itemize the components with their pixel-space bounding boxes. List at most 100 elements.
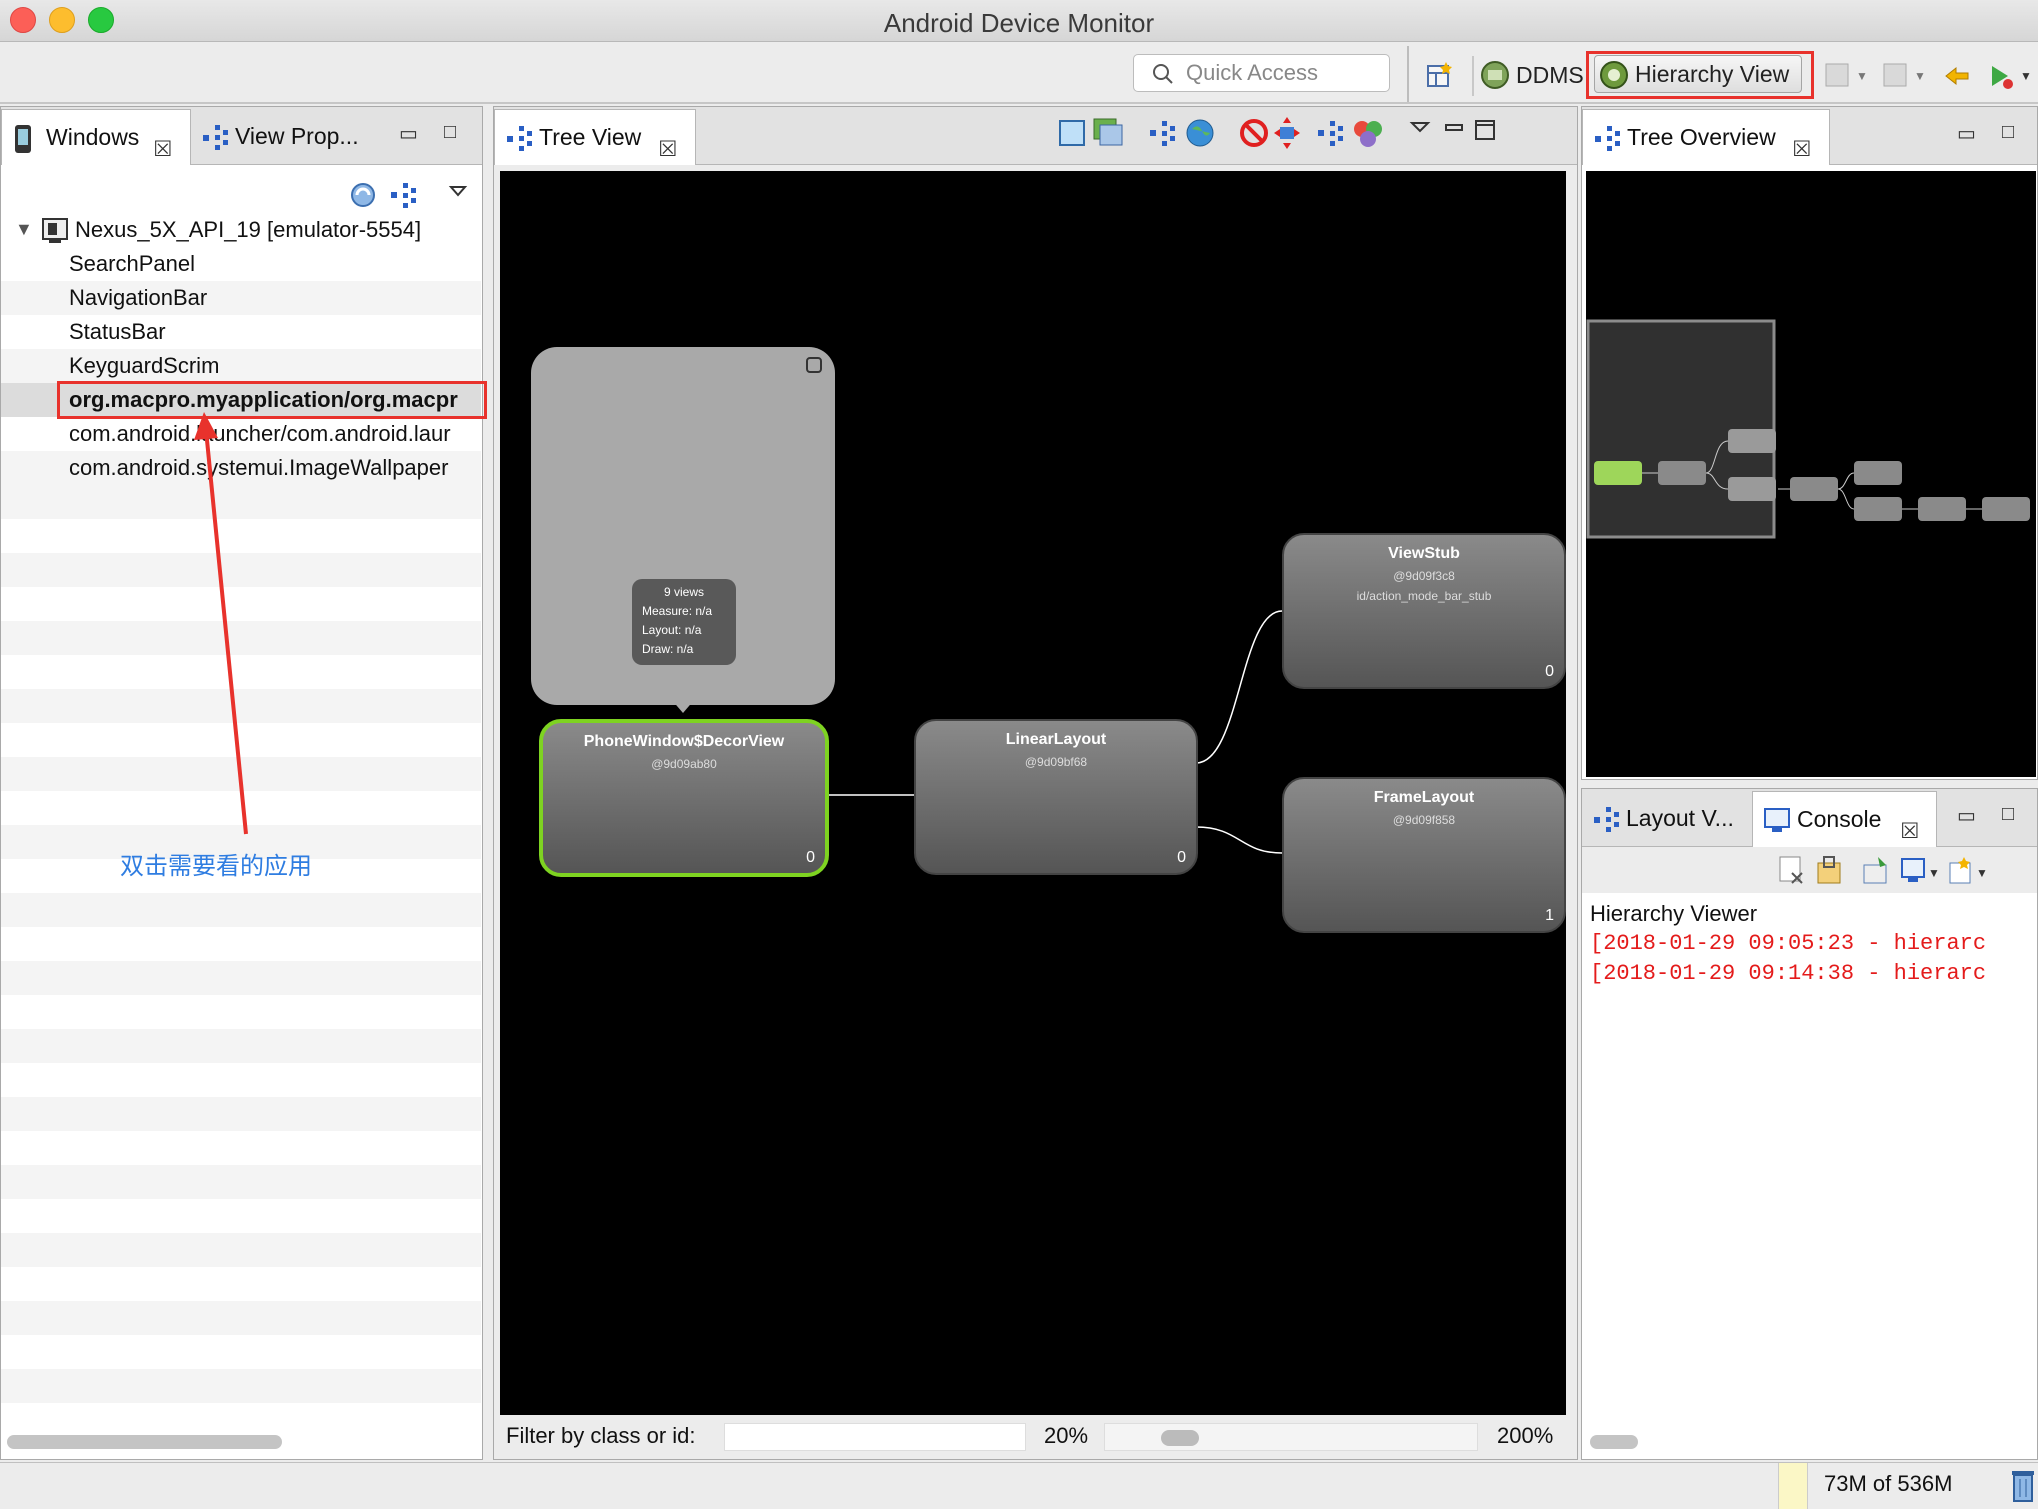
node-child-count: 0 <box>1177 849 1186 866</box>
svg-text:▼: ▼ <box>1856 69 1868 83</box>
maximize-icon[interactable]: □ <box>2002 121 2014 144</box>
tree-node-viewstub[interactable]: ViewStub @9d09f3c8 id/action_mode_bar_st… <box>1282 533 1566 689</box>
collapse-preview-icon[interactable] <box>806 357 822 373</box>
minimize-icon[interactable]: ▭ <box>1957 121 1976 146</box>
capture-layers-icon[interactable] <box>1093 118 1123 146</box>
tree-view-tabbar: Tree View ⮽ <box>494 107 1577 165</box>
maximize-icon[interactable]: □ <box>2002 803 2014 826</box>
perspective-hierarchy-view-label: Hierarchy View <box>1635 61 1790 87</box>
tab-windows[interactable]: Windows ⮽ <box>1 109 191 165</box>
profile-nodes-icon[interactable] <box>1354 121 1382 147</box>
tab-console[interactable]: Console ⮽ <box>1752 791 1937 847</box>
horizontal-scrollbar[interactable] <box>7 1435 282 1449</box>
toolbar-actions: ▼ ▼ ▼ <box>1825 63 2032 89</box>
device-row[interactable]: ▼ Nexus_5X_API_19 [emulator-5554] <box>1 213 481 247</box>
selected-app-highlight <box>57 381 487 419</box>
request-layout-icon[interactable] <box>1318 121 1343 146</box>
expand-triangle-icon[interactable]: ▼ <box>15 219 33 240</box>
clear-console-icon[interactable] <box>1779 856 1803 884</box>
open-perspective-icon[interactable] <box>1426 60 1454 88</box>
tab-console-label: Console <box>1797 806 1882 832</box>
tree-view-panel: Tree View ⮽ 9 views Measure: n/a Layout:… <box>493 106 1578 1460</box>
run-icon[interactable]: ▼ <box>1992 66 2032 89</box>
tab-windows-label: Windows <box>46 124 140 150</box>
console-icon <box>1764 808 1790 832</box>
open-console-icon[interactable]: ▼ <box>1949 857 1988 884</box>
globe-icon[interactable] <box>1186 119 1214 147</box>
device-icon <box>15 125 31 153</box>
tab-layout-view[interactable]: Layout V... <box>1582 791 1752 847</box>
tooltip-views: 9 views <box>663 585 704 599</box>
tree-view-canvas[interactable]: 9 views Measure: n/a Layout: n/a Draw: n… <box>500 171 1566 1415</box>
filter-label: Filter by class or id: <box>506 1423 696 1448</box>
node-name: ViewStub <box>1388 545 1460 562</box>
node-name: PhoneWindow$DecorView <box>583 733 785 750</box>
node-id: @9d09ab80 <box>651 757 717 771</box>
tab-tree-view-label: Tree View <box>539 124 642 150</box>
minimize-icon[interactable]: ▭ <box>1957 803 1976 828</box>
zoom-slider-thumb[interactable] <box>1161 1430 1199 1446</box>
close-icon[interactable]: ⮽ <box>154 122 172 176</box>
back-arrow-icon[interactable] <box>1945 66 1969 86</box>
trash-icon[interactable] <box>2010 1467 2036 1503</box>
svg-text:▼: ▼ <box>1914 69 1926 83</box>
tree-view-toolbar <box>1059 117 1495 149</box>
view-menu-icon[interactable] <box>1409 122 1431 133</box>
filter-input[interactable] <box>724 1423 1026 1451</box>
view-menu-icon[interactable] <box>448 186 468 197</box>
tree-node-decorview[interactable]: PhoneWindow$DecorView @9d09ab80 0 <box>539 719 829 877</box>
invalidate-layout-icon[interactable] <box>1274 117 1300 149</box>
scroll-lock-icon[interactable] <box>1817 856 1841 884</box>
stop-icon[interactable] <box>1240 119 1268 147</box>
minimize-icon[interactable]: ▭ <box>399 121 418 146</box>
svg-text:▼: ▼ <box>1976 866 1988 880</box>
title-bar: Android Device Monitor <box>0 0 2038 42</box>
quick-access-field[interactable]: Quick Access <box>1133 54 1390 92</box>
save-png-icon[interactable] <box>1059 120 1085 146</box>
display-console-icon[interactable]: ▼ <box>1901 858 1940 882</box>
window-title: Android Device Monitor <box>883 8 1155 38</box>
zoom-slider[interactable] <box>1104 1423 1478 1451</box>
tab-view-properties[interactable]: View Prop... <box>191 109 376 165</box>
load-hierarchy-icon[interactable] <box>391 183 416 208</box>
annotation-text: 双击需要看的应用 <box>120 853 312 880</box>
node-stats-tooltip: 9 views Measure: n/a Layout: n/a Draw: n… <box>632 579 736 665</box>
close-icon[interactable]: ⮽ <box>659 122 677 176</box>
tab-view-properties-label: View Prop... <box>235 123 359 149</box>
hierarchy-tree-icon <box>1595 126 1620 151</box>
toolbar-separator <box>1472 56 1474 96</box>
hierarchy-view-icon <box>1600 61 1628 89</box>
window-item[interactable]: StatusBar <box>1 315 481 349</box>
maximize-icon[interactable] <box>1475 120 1495 140</box>
tree-node-framelayout[interactable]: FrameLayout @9d09f858 1 <box>1282 777 1566 933</box>
window-item[interactable]: SearchPanel <box>1 247 481 281</box>
close-icon[interactable]: ⮽ <box>1793 122 1811 176</box>
console-line: [2018-01-29 09:14:38 - hierarc <box>1590 961 1987 986</box>
node-id: @9d09f858 <box>1392 813 1456 827</box>
overview-minimap <box>1586 319 2030 539</box>
load-view-hierarchy-icon[interactable] <box>1150 121 1175 146</box>
horizontal-scrollbar[interactable] <box>1590 1435 1638 1449</box>
save-icon[interactable]: ▼ <box>1883 63 1926 87</box>
load-icon[interactable]: ▼ <box>1825 63 1868 87</box>
maximize-icon[interactable]: □ <box>444 121 456 144</box>
pin-console-icon[interactable] <box>1863 857 1887 884</box>
emulator-device-icon <box>42 218 68 243</box>
minimize-icon[interactable] <box>1445 124 1463 131</box>
window-item[interactable]: NavigationBar <box>1 281 481 315</box>
console-output[interactable]: Hierarchy Viewer [2018-01-29 09:05:23 - … <box>1582 893 2037 1419</box>
overview-node <box>1854 497 1902 521</box>
window-item[interactable]: KeyguardScrim <box>1 349 481 383</box>
node-child-count: 1 <box>1545 907 1554 924</box>
zoom-min-label: 20% <box>1044 1423 1089 1448</box>
perspective-hierarchy-view[interactable]: Hierarchy View <box>1594 55 1802 93</box>
tab-tree-view[interactable]: Tree View ⮽ <box>494 109 696 165</box>
tree-node-linearlayout[interactable]: LinearLayout @9d09bf68 0 <box>914 719 1198 875</box>
tree-overview-tabbar: Tree Overview ⮽ ▭ □ <box>1582 107 2037 165</box>
refresh-icon[interactable] <box>351 183 375 207</box>
overview-node <box>1658 461 1706 485</box>
perspective-ddms[interactable]: DDMS <box>1480 57 1584 93</box>
tab-tree-overview[interactable]: Tree Overview ⮽ <box>1582 109 1830 165</box>
tree-overview-panel: Tree Overview ⮽ ▭ □ <box>1581 106 2038 780</box>
tree-overview-canvas[interactable] <box>1586 171 2036 777</box>
